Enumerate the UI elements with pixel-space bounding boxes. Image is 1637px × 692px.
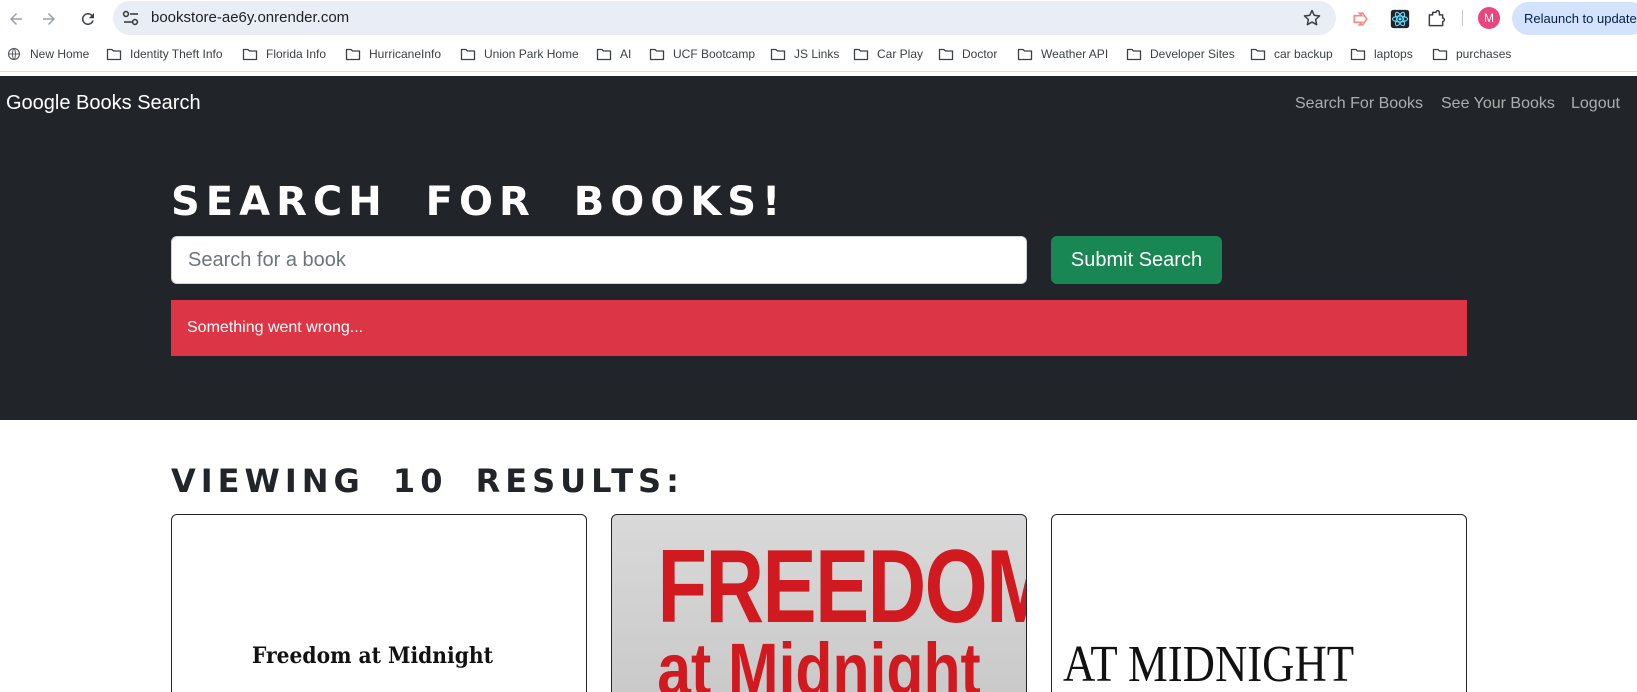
bookmark-new-home[interactable]: New Home — [6, 47, 89, 61]
search-hero: Search for Books! Submit Search Somethin… — [0, 132, 1637, 420]
folder-icon — [770, 48, 786, 61]
bookmark-label: Weather API — [1041, 47, 1109, 61]
folder-icon — [853, 48, 869, 61]
book-cover-title: Freedom at Midnight — [252, 643, 493, 669]
nav-search-books[interactable]: Search For Books — [1295, 95, 1423, 113]
folder-icon — [1017, 48, 1033, 61]
bookmark-label: New Home — [30, 47, 90, 61]
bookmark-folder[interactable]: JS Links — [770, 47, 839, 61]
book-cover-title: AT MIDNIGHT — [1063, 636, 1355, 692]
reload-icon — [81, 12, 94, 25]
folder-icon — [345, 48, 361, 61]
nav-see-your-books[interactable]: See Your Books — [1441, 95, 1555, 113]
site-info-icon[interactable] — [121, 9, 141, 27]
nav-logout[interactable]: Logout — [1571, 95, 1620, 113]
book-card[interactable]: FREEDOM at Midnight — [611, 514, 1027, 692]
bookmark-folder[interactable]: Weather API — [1017, 47, 1108, 61]
browser-toolbar: bookstore-ae6y.onrender.com M Relaunch t… — [0, 0, 1637, 38]
bookmark-label: HurricaneInfo — [369, 47, 442, 61]
bookmark-folder[interactable]: Car Play — [853, 47, 923, 61]
arrow-right-icon — [43, 13, 55, 25]
folder-icon — [242, 48, 258, 61]
folder-icon — [649, 48, 665, 61]
bookmark-label: UCF Bootcamp — [673, 47, 756, 61]
bookmark-folder[interactable]: Union Park Home — [460, 47, 579, 61]
forward-button[interactable] — [38, 8, 60, 30]
folder-icon — [596, 48, 612, 61]
bookmark-folder[interactable]: laptops — [1350, 47, 1413, 61]
bookmark-label: Florida Info — [266, 47, 327, 61]
search-input[interactable] — [171, 236, 1027, 284]
reload-button[interactable] — [77, 8, 99, 30]
bookmark-label: laptops — [1374, 47, 1413, 61]
bookmark-label: Union Park Home — [484, 47, 579, 61]
url-text[interactable]: bookstore-ae6y.onrender.com — [151, 9, 349, 26]
book-cover-subtitle: at Midnight — [657, 628, 981, 692]
extension-share-icon[interactable] — [1350, 8, 1372, 30]
bookmark-label: JS Links — [794, 47, 840, 61]
bookmark-label: Identity Theft Info — [130, 47, 223, 61]
folder-icon — [106, 48, 122, 61]
bookmark-folder[interactable]: HurricaneInfo — [345, 47, 441, 61]
toolbar-divider — [1462, 10, 1463, 26]
folder-icon — [460, 48, 476, 61]
book-card[interactable]: Freedom at Midnight — [171, 514, 587, 692]
app-navbar: Google Books Search Search For Books See… — [0, 76, 1637, 132]
page-title: Search for Books! — [171, 179, 787, 225]
bookmark-folder[interactable]: UCF Bootcamp — [649, 47, 755, 61]
bookmark-star-icon[interactable] — [1302, 8, 1322, 28]
submit-search-button[interactable]: Submit Search — [1051, 236, 1222, 284]
profile-avatar[interactable]: M — [1478, 7, 1500, 29]
folder-icon — [1432, 48, 1448, 61]
book-cover-title: FREEDOM — [657, 529, 1027, 645]
folder-icon — [1126, 48, 1142, 61]
arrow-left-icon — [10, 13, 22, 25]
results-heading: Viewing 10 results: — [171, 462, 684, 500]
bookmark-folder[interactable]: Identity Theft Info — [106, 47, 223, 61]
react-devtools-icon[interactable] — [1389, 8, 1411, 30]
bookmark-label: car backup — [1274, 47, 1333, 61]
bookmarks-bar: New Home Identity Theft Info Florida Inf… — [0, 38, 1637, 72]
bookmark-folder[interactable]: Florida Info — [242, 47, 326, 61]
bookmark-folder[interactable]: Developer Sites — [1126, 47, 1235, 61]
back-button[interactable] — [5, 8, 27, 30]
extensions-puzzle-icon[interactable] — [1425, 8, 1447, 30]
folder-icon — [1350, 48, 1366, 61]
bookmark-label: Car Play — [877, 47, 924, 61]
bookmark-folder[interactable]: car backup — [1250, 47, 1333, 61]
folder-icon — [938, 48, 954, 61]
bookmark-label: purchases — [1456, 47, 1512, 61]
bookmark-folder[interactable]: AI — [596, 47, 631, 61]
bookmark-label: Doctor — [962, 47, 998, 61]
address-bar[interactable]: bookstore-ae6y.onrender.com — [113, 1, 1336, 35]
bookmark-folder[interactable]: purchases — [1432, 47, 1511, 61]
bookmark-folder[interactable]: Doctor — [938, 47, 997, 61]
book-card[interactable]: AT MIDNIGHT — [1051, 514, 1467, 692]
bookmark-label: AI — [620, 47, 632, 61]
folder-icon — [1250, 48, 1266, 61]
brand-link[interactable]: Google Books Search — [6, 92, 201, 115]
relaunch-button[interactable]: Relaunch to update — [1512, 2, 1637, 35]
error-alert: Something went wrong... — [171, 300, 1467, 356]
bookmark-label: Developer Sites — [1150, 47, 1235, 61]
globe-icon — [7, 47, 21, 61]
